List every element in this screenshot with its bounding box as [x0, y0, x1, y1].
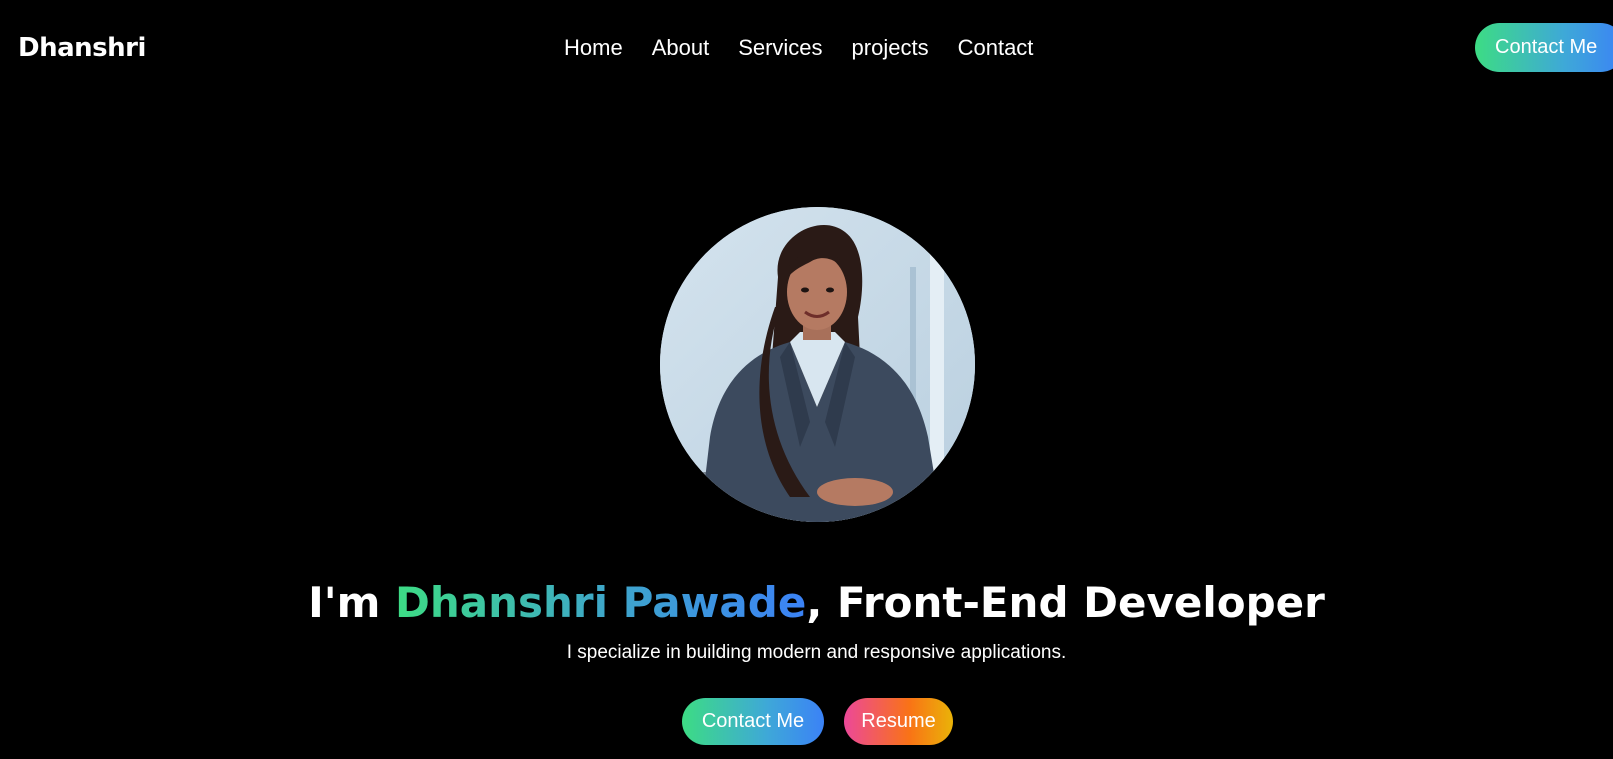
hero-contact-button[interactable]: Contact Me — [682, 698, 824, 745]
hero-title: I'm Dhanshri Pawade, Front-End Developer — [0, 574, 1613, 632]
site-logo[interactable]: Dhanshri — [18, 30, 146, 66]
hero-subtitle: I specialize in building modern and resp… — [566, 642, 1067, 663]
nav-link-services[interactable]: Services — [738, 34, 822, 62]
profile-photo — [660, 207, 975, 522]
hero-title-name: Dhanshri Pawade — [394, 578, 807, 628]
navbar: Dhanshri Home About Services projects Co… — [0, 0, 1613, 96]
hero-title-prefix: I'm — [308, 578, 395, 628]
profile-photo-illustration — [660, 207, 975, 522]
nav-link-contact[interactable]: Contact — [958, 34, 1034, 62]
nav-link-home[interactable]: Home — [564, 34, 623, 62]
nav-link-projects[interactable]: projects — [852, 34, 929, 62]
hero-resume-button[interactable]: Resume — [844, 698, 953, 745]
nav-contact-button[interactable]: Contact Me — [1475, 23, 1613, 72]
nav-link-about[interactable]: About — [652, 34, 710, 62]
hero-title-suffix: , Front-End Developer — [806, 578, 1325, 628]
nav-links: Home About Services projects Contact — [564, 34, 1033, 62]
